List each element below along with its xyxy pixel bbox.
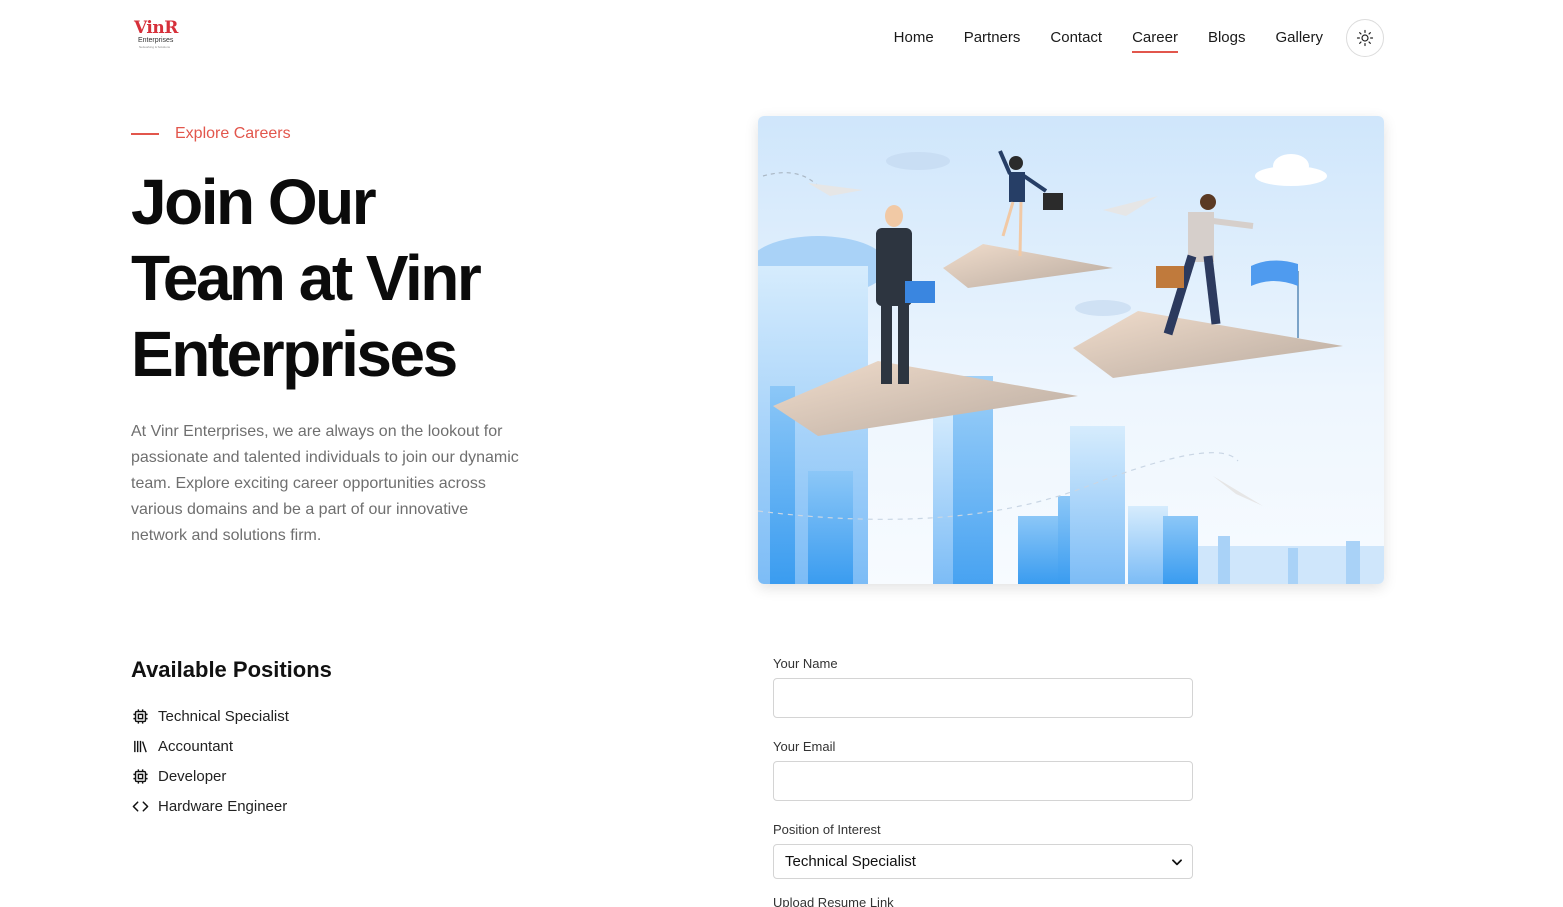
position-select[interactable]: Technical Specialist xyxy=(773,844,1193,879)
position-label: Hardware Engineer xyxy=(158,797,288,815)
page-title: Join Our Team at Vinr Enterprises xyxy=(131,164,551,392)
name-label: Your Name xyxy=(773,656,838,671)
list-item: Technical Specialist xyxy=(131,701,289,731)
email-field[interactable] xyxy=(773,761,1193,801)
title-line-1: Join Our xyxy=(131,166,377,238)
hero-eyebrow: Explore Careers xyxy=(131,125,291,143)
list-item: Developer xyxy=(131,761,289,791)
main-nav: Home Partners Contact Career Blogs Galle… xyxy=(864,28,1323,53)
position-label: Technical Specialist xyxy=(158,707,289,725)
list-item: Accountant xyxy=(131,731,289,761)
logo[interactable]: VinR Enterprises Networking & Solutions xyxy=(134,20,180,56)
application-form: Your Name Your Email Position of Interes… xyxy=(773,655,1193,907)
title-line-2: Team at Vinr xyxy=(131,242,482,314)
theme-toggle-button[interactable] xyxy=(1346,19,1384,57)
logo-subtitle: Enterprises xyxy=(138,37,174,44)
logo-tagline: Networking & Solutions xyxy=(139,45,171,49)
positions-title: Available Positions xyxy=(131,657,332,682)
position-label: Accountant xyxy=(158,737,234,755)
eyebrow-line xyxy=(131,133,159,135)
list-item: Hardware Engineer xyxy=(131,791,289,821)
position-label: Position of Interest xyxy=(773,822,881,837)
eyebrow-text: Explore Careers xyxy=(175,125,291,142)
name-field[interactable] xyxy=(773,678,1193,718)
hero-description: At Vinr Enterprises, we are always on th… xyxy=(131,423,519,544)
code-icon xyxy=(131,797,149,815)
title-line-3: Enterprises xyxy=(131,318,458,390)
position-label: Developer xyxy=(158,767,227,785)
position-select-value: Technical Specialist xyxy=(785,853,916,870)
nav-gallery[interactable]: Gallery xyxy=(1275,28,1323,53)
nav-contact[interactable]: Contact xyxy=(1050,28,1102,53)
resume-label: Upload Resume Link xyxy=(773,895,894,907)
nav-home[interactable]: Home xyxy=(894,28,934,53)
cpu-icon xyxy=(131,707,149,725)
nav-career[interactable]: Career xyxy=(1132,28,1178,53)
logo-text: VinR xyxy=(134,18,178,38)
email-label: Your Email xyxy=(773,739,836,754)
chevron-down-icon xyxy=(1172,858,1182,865)
cpu-icon xyxy=(131,767,149,785)
nav-blogs[interactable]: Blogs xyxy=(1208,28,1246,53)
nav-partners[interactable]: Partners xyxy=(964,28,1021,53)
books-icon xyxy=(131,737,149,755)
positions-list: Technical Specialist Accountant Develope… xyxy=(131,701,289,821)
hero-illustration xyxy=(758,116,1384,584)
sun-icon xyxy=(1356,29,1374,47)
